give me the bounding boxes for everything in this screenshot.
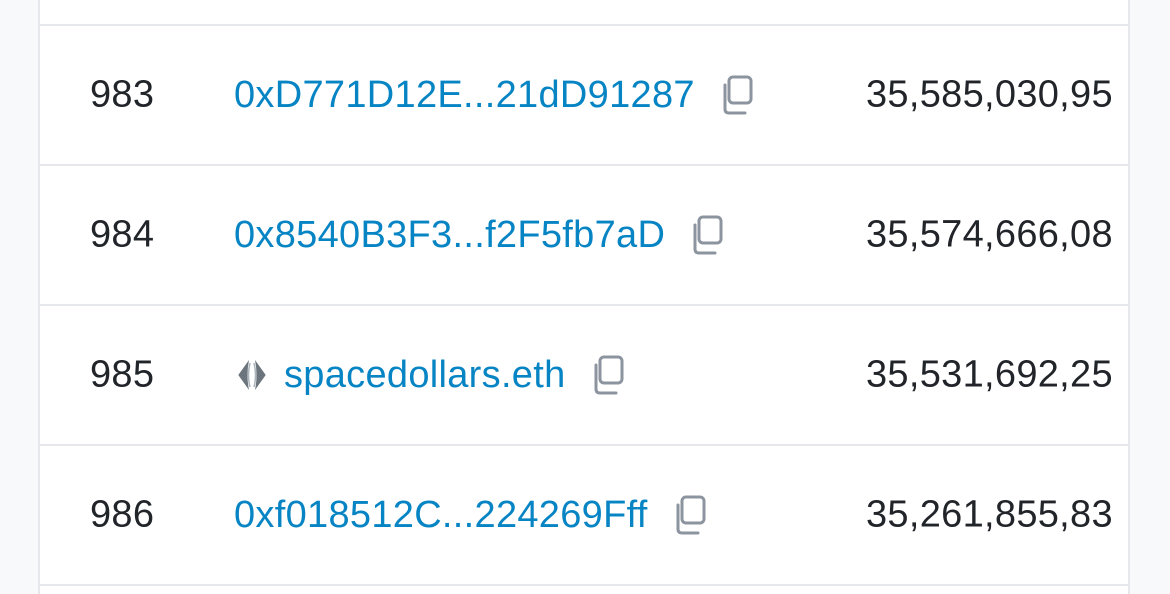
holders-table: 983 0xD771D12E...21dD91287 35,585,030,95… xyxy=(38,0,1130,594)
copy-icon[interactable] xyxy=(588,353,628,397)
rank-cell: 983 xyxy=(90,73,155,116)
address-cell: spacedollars.eth xyxy=(234,353,628,397)
table-row-partial xyxy=(40,0,1128,26)
quantity-cell: 35,574,666,08 xyxy=(866,213,1113,256)
quantity-cell: 35,585,030,95 xyxy=(866,73,1113,116)
table-row-partial xyxy=(40,588,1128,594)
address-cell: 0xD771D12E...21dD91287 xyxy=(234,73,757,117)
quantity-cell: 35,531,692,25 xyxy=(866,353,1113,396)
address-cell: 0xf018512C...224269Fff xyxy=(234,493,710,537)
quantity-cell: 35,261,855,83 xyxy=(866,493,1113,536)
rank-cell: 984 xyxy=(90,213,155,256)
table-row: 985 spacedollars.eth 35,531,692,25 xyxy=(40,306,1128,446)
rank-cell: 986 xyxy=(90,493,155,536)
table-row: 983 0xD771D12E...21dD91287 35,585,030,95 xyxy=(40,26,1128,166)
address-link[interactable]: 0xD771D12E...21dD91287 xyxy=(234,74,695,117)
copy-icon[interactable] xyxy=(687,213,727,257)
copy-icon[interactable] xyxy=(717,73,757,117)
copy-icon[interactable] xyxy=(670,493,710,537)
address-cell: 0x8540B3F3...f2F5fb7aD xyxy=(234,213,727,257)
table-row: 984 0x8540B3F3...f2F5fb7aD 35,574,666,08 xyxy=(40,166,1128,306)
ens-icon xyxy=(234,357,270,393)
address-link[interactable]: spacedollars.eth xyxy=(284,354,566,397)
address-link[interactable]: 0x8540B3F3...f2F5fb7aD xyxy=(234,214,665,257)
rank-cell: 985 xyxy=(90,353,155,396)
address-link[interactable]: 0xf018512C...224269Fff xyxy=(234,494,648,537)
table-row: 986 0xf018512C...224269Fff 35,261,855,83 xyxy=(40,446,1128,586)
